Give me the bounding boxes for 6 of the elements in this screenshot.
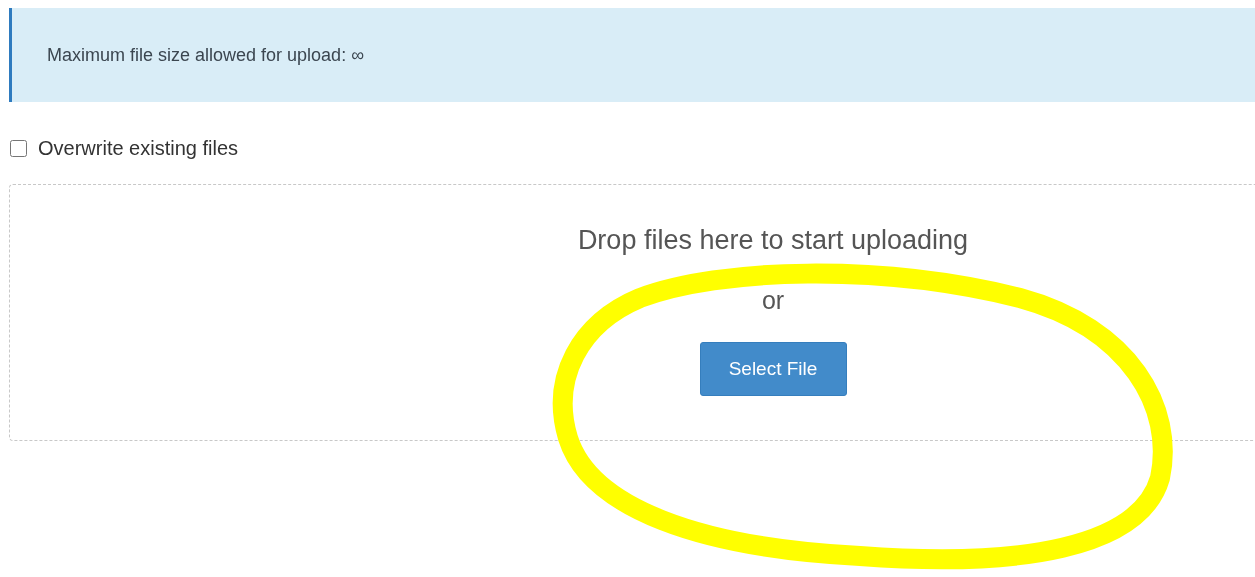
drop-instructions: Drop files here to start uploading bbox=[577, 225, 969, 256]
select-file-button[interactable]: Select File bbox=[699, 342, 847, 396]
or-separator: or bbox=[761, 286, 785, 315]
overwrite-checkbox[interactable] bbox=[10, 139, 27, 157]
file-size-notice: Maximum file size allowed for upload: ∞ bbox=[47, 44, 364, 66]
overwrite-label: Overwrite existing files bbox=[38, 136, 239, 160]
